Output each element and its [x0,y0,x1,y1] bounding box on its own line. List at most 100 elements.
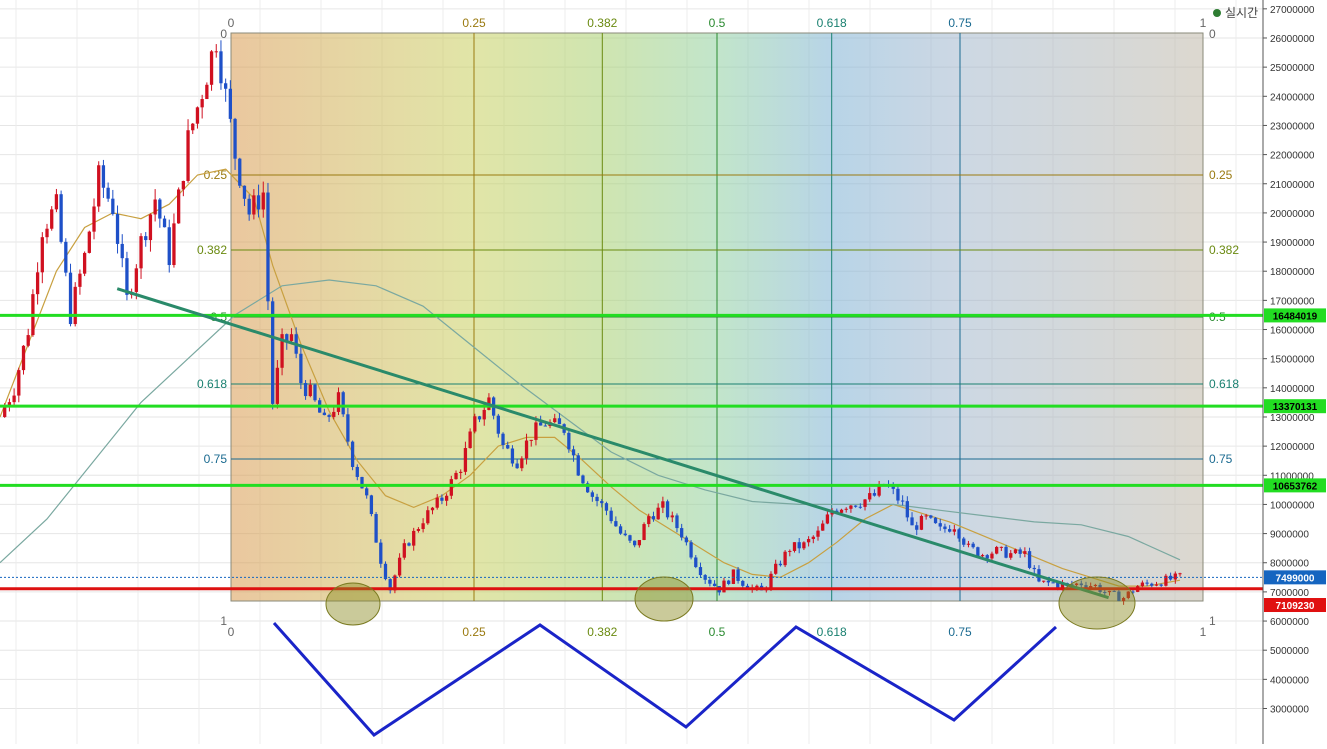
candle-body [82,252,87,274]
candle-body [590,492,594,497]
y-tick-label: 14000000 [1270,384,1315,395]
candle-body [430,507,435,511]
candle-body [510,448,515,464]
candle-body [17,370,21,396]
candle-body [120,243,124,259]
candle-body [205,84,209,100]
candle-body [1159,584,1163,586]
candle-body [651,516,656,520]
fib-price-label-left: 0.382 [197,243,227,257]
candle-body [501,433,505,446]
candle-body [35,272,40,295]
candle-body [1013,549,1018,554]
candle-body [322,412,327,416]
candle-body [313,384,317,401]
candle-body [40,237,44,273]
highlight-ellipse [634,576,694,622]
candle-body [929,515,933,518]
candle-body [21,345,26,371]
candle-body [947,529,952,532]
candle-body [966,543,971,545]
candle-body [228,88,233,119]
chart-area: 0 0 0.25 0.25 0.382 0.382 0.5 0.5 0.618 0.618 0.75… [0,0,1327,744]
candle-body [289,334,294,341]
y-tick-label: 5000000 [1270,646,1309,657]
candle-body [1140,582,1145,587]
candle-body [402,543,406,558]
candle-body [200,99,204,108]
fib-price-label-left: 0 [220,27,227,41]
fib-time-label-bottom: 0.75 [948,625,972,639]
candle-body [1150,583,1154,586]
fib-time-label-bottom: 0.382 [587,625,617,639]
candle-body [910,517,914,526]
fib-time-label-top: 0.25 [462,16,486,30]
current-price-tag: 7499000 [1276,573,1315,584]
candle-body [858,506,862,508]
candle-body [604,503,609,511]
level-tag: 10653762 [1273,481,1318,492]
realtime-legend[interactable]: 실시간 [1213,4,1258,21]
fib-time-label-top: 0.382 [587,16,617,30]
candle-body [778,563,783,566]
candle-body [980,555,985,557]
candle-body [111,198,115,215]
candle-body [924,515,928,517]
candle-body [1023,551,1027,554]
candle-body [101,165,106,188]
candle-body [1145,582,1149,584]
candle-body [350,441,355,467]
fib-price-label-right: 0.25 [1209,168,1233,182]
candle-body [741,580,745,586]
candle-body [614,521,618,527]
y-tick-label: 7000000 [1270,588,1309,599]
candle-body [825,514,830,524]
candle-body [54,194,59,210]
candle-body [336,392,341,412]
candle-body [468,431,472,449]
fib-price-label-right: 0.382 [1209,243,1239,257]
candle-body [426,510,430,524]
y-tick-label: 24000000 [1270,92,1315,103]
candle-body [252,195,256,215]
candle-body [712,583,717,587]
candle-body [957,529,961,539]
y-tick-label: 20000000 [1270,209,1315,220]
candle-body [365,488,369,496]
realtime-dot-icon [1213,8,1221,17]
candle-body [755,585,759,588]
y-tick-label: 8000000 [1270,559,1309,570]
level-tag: 16484019 [1273,311,1318,322]
candle-body [97,165,101,207]
candle-body [853,505,858,507]
candle-body [868,493,872,500]
y-tick-label: 27000000 [1270,5,1315,16]
candle-body [774,563,778,574]
candle-body [59,194,63,242]
candle-body [374,514,378,543]
candle-body [633,540,637,546]
y-axis-background [1263,0,1327,744]
candle-body [125,258,129,295]
candle-body [736,569,740,581]
candle-body [1051,582,1055,584]
candle-body [524,440,529,459]
y-tick-label: 9000000 [1270,530,1309,541]
candle-body [962,538,966,545]
candle-body [139,236,143,269]
candle-body [520,458,524,469]
highlight-ellipse [325,582,381,626]
candle-body [463,448,468,472]
candle-body [242,185,247,199]
y-tick-label: 3000000 [1270,705,1309,716]
fib-time-label-bottom: 0.618 [817,625,847,639]
candle-body [769,573,773,588]
candle-body [195,107,200,124]
candle-body [435,497,439,508]
fib-time-label-top: 0.618 [817,16,847,30]
candle-body [379,542,383,564]
fib-price-label-left: 0.618 [197,377,227,391]
fib-price-label-right: 0 [1209,27,1216,41]
candle-body [849,505,853,509]
candle-body [680,528,684,538]
